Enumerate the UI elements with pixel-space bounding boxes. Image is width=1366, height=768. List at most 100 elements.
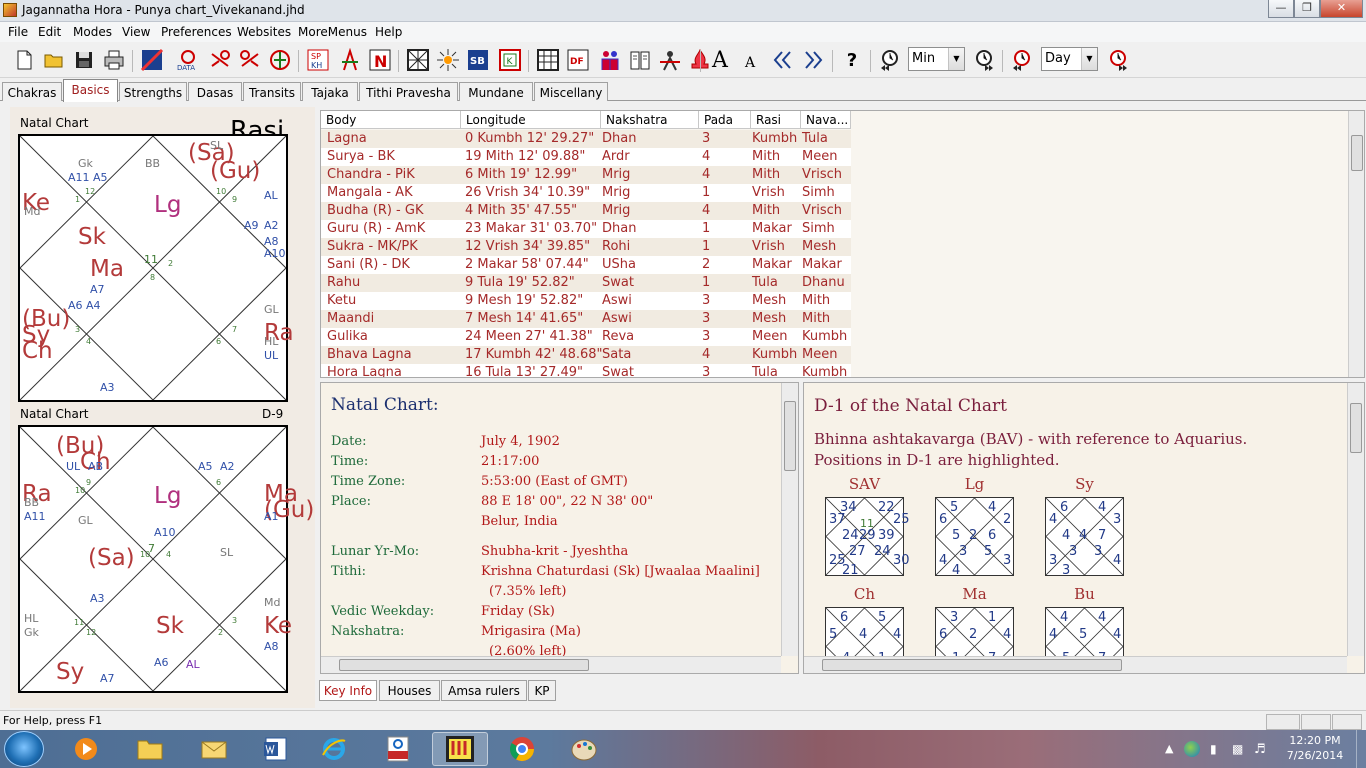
step-unit-select-2[interactable]: Day ▼: [1041, 47, 1098, 71]
col-header-rasi[interactable]: Rasi: [751, 111, 801, 129]
tab-miscellany[interactable]: Miscellany: [534, 82, 608, 101]
col-header-body[interactable]: Body: [321, 111, 461, 129]
maximize-button[interactable]: ❐: [1294, 0, 1320, 18]
bav-vscroll[interactable]: [1347, 383, 1364, 656]
table-row[interactable]: Mangala - AK 26 Vrish 34' 10.39" Mrig 1 Vris…: [321, 184, 851, 202]
file-explorer-icon[interactable]: [122, 732, 178, 766]
menu-moremenus[interactable]: MoreMenus: [298, 25, 367, 39]
pdf-icon[interactable]: [370, 732, 426, 766]
tab-kp[interactable]: KP: [528, 680, 556, 701]
chrome-icon[interactable]: [494, 732, 550, 766]
table-row[interactable]: Budha (R) - GK 4 Mith 35' 47.55" Mrig 4 Mith…: [321, 202, 851, 220]
step-unit-select-1[interactable]: Min ▼: [908, 47, 965, 71]
tab-dasas[interactable]: Dasas: [188, 82, 242, 101]
tab-basics[interactable]: Basics: [63, 79, 118, 102]
minimize-button[interactable]: —: [1268, 0, 1294, 18]
people-icon[interactable]: [596, 47, 624, 73]
table-row[interactable]: Hora Lagna 16 Tula 13' 27.49" Swat 3 Tula Kum…: [321, 364, 851, 377]
sb-icon[interactable]: SB: [464, 47, 492, 73]
word-icon[interactable]: [248, 732, 304, 766]
network-globe-icon[interactable]: [1184, 741, 1200, 757]
tab-tithi-pravesha[interactable]: Tithi Pravesha: [359, 82, 458, 101]
book-icon[interactable]: [626, 47, 654, 73]
col-header-navamsa[interactable]: Nava...: [801, 111, 851, 129]
table-row[interactable]: Gulika 24 Meen 27' 41.38" Reva 3 Meen Kumbh: [321, 328, 851, 346]
transit-fwd-icon[interactable]: [236, 47, 264, 73]
table-row[interactable]: Rahu 9 Tula 19' 52.82" Swat 1 Tula Dhanu: [321, 274, 851, 292]
menu-view[interactable]: View: [122, 25, 150, 39]
nav-icon[interactable]: [266, 47, 294, 73]
paint-icon[interactable]: [556, 732, 612, 766]
open-folder-icon[interactable]: [40, 47, 68, 73]
data-icon[interactable]: DATA: [174, 47, 202, 73]
tab-amsa-rulers[interactable]: Amsa rulers: [441, 680, 527, 701]
bav-chart[interactable]: 464434734333: [1045, 497, 1124, 577]
tab-houses[interactable]: Houses: [379, 680, 440, 701]
power-icon[interactable]: ▮: [1210, 742, 1217, 756]
step-back-day-icon[interactable]: [1008, 47, 1036, 73]
seeker-icon[interactable]: [656, 47, 684, 73]
transit-back-icon[interactable]: [206, 47, 234, 73]
chevron-right-icon[interactable]: [800, 47, 828, 73]
font-large-icon[interactable]: A: [706, 47, 734, 73]
key-info-vscroll[interactable]: [781, 383, 798, 656]
signal-icon[interactable]: ▩: [1232, 742, 1243, 756]
table-row[interactable]: Guru (R) - AmK 23 Makar 31' 03.70" Dhan 1 Ma…: [321, 220, 851, 238]
menu-preferences[interactable]: Preferences: [161, 25, 232, 39]
table-row[interactable]: Bhava Lagna 17 Kumbh 42' 48.68" Sata 4 Kumbh…: [321, 346, 851, 364]
tab-key-info[interactable]: Key Info: [319, 680, 377, 701]
sun-icon[interactable]: [434, 47, 462, 73]
col-header-pada[interactable]: Pada: [699, 111, 751, 129]
n-icon[interactable]: N: [366, 47, 394, 73]
key-info-hscroll[interactable]: [321, 656, 781, 673]
grid-icon[interactable]: [404, 47, 432, 73]
tab-transits[interactable]: Transits: [243, 82, 301, 101]
start-button[interactable]: [4, 731, 44, 767]
chevron-left-icon[interactable]: [768, 47, 796, 73]
mail-icon[interactable]: [186, 732, 242, 766]
chart-edit-icon[interactable]: [138, 47, 166, 73]
clock[interactable]: 12:20 PM 7/26/2014: [1280, 733, 1350, 763]
menu-edit[interactable]: Edit: [38, 25, 61, 39]
step-back-min-icon[interactable]: [876, 47, 904, 73]
menu-help[interactable]: Help: [375, 25, 402, 39]
tab-tajaka[interactable]: Tajaka: [302, 82, 358, 101]
menu-modes[interactable]: Modes: [73, 25, 112, 39]
close-button[interactable]: ✕: [1320, 0, 1363, 18]
volume-icon[interactable]: ♬: [1254, 742, 1266, 757]
tab-chakras[interactable]: Chakras: [2, 82, 62, 101]
tab-strengths[interactable]: Strengths: [119, 82, 187, 101]
menu-file[interactable]: File: [8, 25, 28, 39]
tab-mundane[interactable]: Mundane: [459, 82, 533, 101]
table-row[interactable]: Sukra - MK/PK 12 Vrish 34' 39.85" Rohi 1 Vri…: [321, 238, 851, 256]
table-row[interactable]: Chandra - PiK 6 Mith 19' 12.99" Mrig 4 Mith V…: [321, 166, 851, 184]
save-icon[interactable]: [70, 47, 98, 73]
step-fwd-min-icon[interactable]: [970, 47, 998, 73]
menu-websites[interactable]: Websites: [237, 25, 291, 39]
font-small-icon[interactable]: A: [736, 47, 764, 73]
new-file-icon[interactable]: [10, 47, 38, 73]
ie-icon[interactable]: [306, 732, 362, 766]
tray-up-icon[interactable]: ▲: [1165, 742, 1173, 755]
bav-chart[interactable]: 254625643354: [935, 497, 1014, 577]
jhora-app-icon[interactable]: [432, 732, 488, 766]
help-icon[interactable]: ?: [838, 47, 866, 73]
table-row[interactable]: Lagna 0 Kumbh 12' 29.27" Dhan 3 Kumbh Tula: [321, 130, 851, 148]
compass-icon[interactable]: [336, 47, 364, 73]
grid-vscroll[interactable]: [1348, 111, 1364, 377]
table-row[interactable]: Surya - BK 19 Mith 12' 09.88" Ardr 4 Mith Mee…: [321, 148, 851, 166]
col-header-longitude[interactable]: Longitude: [461, 111, 601, 129]
table-row[interactable]: Sani (R) - DK 2 Makar 58' 07.44" USha 2 Maka…: [321, 256, 851, 274]
table-row[interactable]: Maandi 7 Mesh 14' 41.65" Aswi 3 Mesh Mith: [321, 310, 851, 328]
show-desktop-button[interactable]: [1356, 730, 1366, 768]
bav-hscroll[interactable]: [804, 656, 1347, 673]
sp-kh-icon[interactable]: SP KH: [304, 47, 332, 73]
rasi-chart[interactable]: Gk A11 A5 12 BB (Sa) SL (Gu) 10 9 AL 1 K…: [18, 134, 294, 402]
table-icon[interactable]: [534, 47, 562, 73]
bav-chart[interactable]: 29 11 34 22 37 25 24 39 25 30 27 24 21: [825, 497, 910, 577]
media-player-icon[interactable]: [58, 732, 114, 766]
navamsa-chart[interactable]: (Bu) Ch UL AB 9 A5 A2 6 Lg Ra BB A11 GL …: [18, 425, 314, 693]
print-icon[interactable]: [100, 47, 128, 73]
df-icon[interactable]: DF: [564, 47, 592, 73]
table-row[interactable]: Ketu 9 Mesh 19' 52.82" Aswi 3 Mesh Mith: [321, 292, 851, 310]
